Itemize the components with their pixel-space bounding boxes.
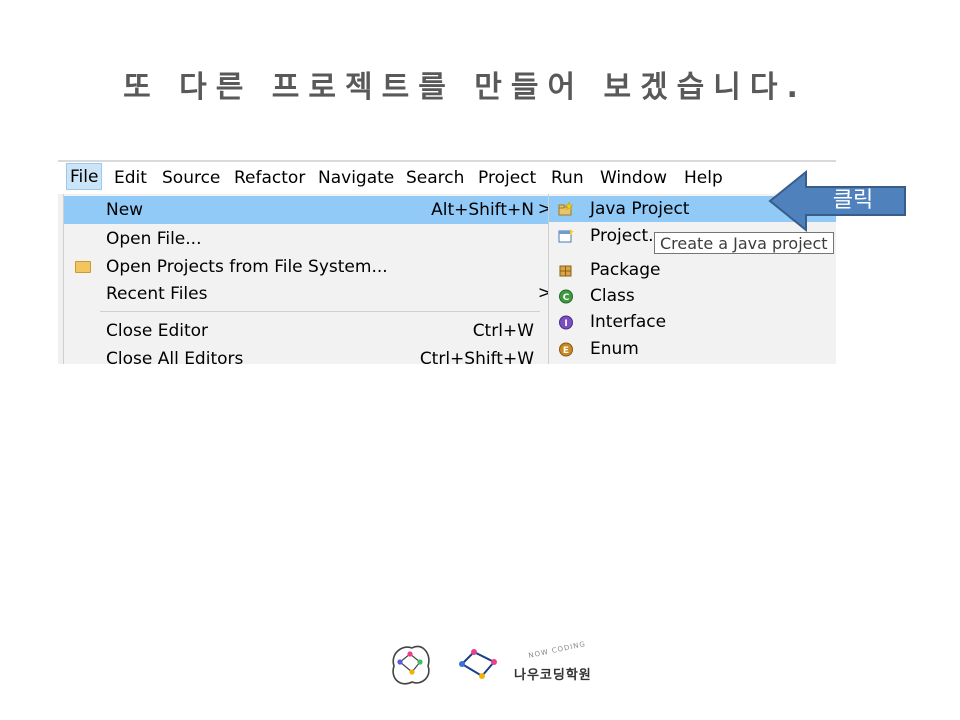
menu-run[interactable]: Run xyxy=(551,168,584,188)
menu-item-label: Close All Editors xyxy=(106,349,244,364)
tooltip: Create a Java project xyxy=(654,232,834,254)
menu-item-shortcut: Ctrl+Shift+W xyxy=(419,349,534,364)
menu-item-shortcut: Ctrl+W xyxy=(472,321,534,341)
diamond-logo-icon xyxy=(459,649,497,679)
svg-text:C: C xyxy=(563,293,570,303)
submenu-item-label: Interface xyxy=(590,312,667,332)
menu-item-new[interactable]: New Alt+Shift+N > xyxy=(64,196,552,224)
menu-search[interactable]: Search xyxy=(406,168,464,188)
enum-icon: E xyxy=(559,342,573,357)
menu-item-label: New xyxy=(106,200,144,220)
file-menu: New Alt+Shift+N > Open File... Open Proj… xyxy=(63,194,552,364)
menu-item-label: Close Editor xyxy=(106,321,209,341)
menu-help[interactable]: Help xyxy=(684,168,723,188)
menu-refactor[interactable]: Refactor xyxy=(234,168,305,188)
menu-item-close-all-editors[interactable]: Close All Editors Ctrl+Shift+W xyxy=(64,345,548,364)
svg-text:I: I xyxy=(564,319,567,329)
java-project-icon xyxy=(558,201,574,216)
menu-item-open-file[interactable]: Open File... xyxy=(64,225,548,253)
submenu-item-enum[interactable]: E Enum xyxy=(549,336,836,362)
menu-item-open-projects[interactable]: Open Projects from File System... xyxy=(64,253,548,281)
interface-icon: I xyxy=(559,315,573,330)
logo-text: 나우코딩학원 xyxy=(514,668,592,683)
menu-item-label: Recent Files xyxy=(106,284,208,304)
menu-navigate[interactable]: Navigate xyxy=(318,168,394,188)
menu-item-label: Open File... xyxy=(106,229,202,249)
menu-item-close-editor[interactable]: Close Editor Ctrl+W xyxy=(64,317,548,345)
menu-item-label: Open Projects from File System... xyxy=(106,257,388,277)
callout-label: 클릭 xyxy=(832,188,874,213)
submenu-item-label: Enum xyxy=(590,339,639,359)
slide-title: 또 다른 프로젝트를 만들어 보겠습니다. xyxy=(123,70,807,105)
submenu-item-label: Java Project xyxy=(590,199,690,219)
menu-item-recent-files[interactable]: Recent Files > xyxy=(64,280,552,308)
menu-project[interactable]: Project xyxy=(478,168,536,188)
submenu-item-label: Class xyxy=(590,286,635,306)
submenu-item-package[interactable]: Package xyxy=(549,257,836,283)
svg-text:E: E xyxy=(563,346,569,356)
eclipse-screenshot: File Edit Source Refactor Navigate Searc… xyxy=(58,160,836,364)
menu-window[interactable]: Window xyxy=(600,168,667,188)
folder-icon xyxy=(75,261,91,273)
submenu-item-interface[interactable]: I Interface xyxy=(549,309,836,335)
menu-separator xyxy=(100,311,540,312)
menubar: File Edit Source Refactor Navigate Searc… xyxy=(58,160,836,194)
menu-edit[interactable]: Edit xyxy=(114,168,147,188)
submenu-item-label: Package xyxy=(590,260,661,280)
menu-source[interactable]: Source xyxy=(162,168,220,188)
brain-logo-icon xyxy=(392,645,430,685)
menu-file[interactable]: File xyxy=(66,163,103,190)
submenu-item-class[interactable]: C Class xyxy=(549,283,836,309)
package-icon xyxy=(559,265,572,277)
class-icon: C xyxy=(559,289,573,304)
project-icon xyxy=(558,228,574,243)
menu-item-shortcut: Alt+Shift+N xyxy=(431,200,534,220)
